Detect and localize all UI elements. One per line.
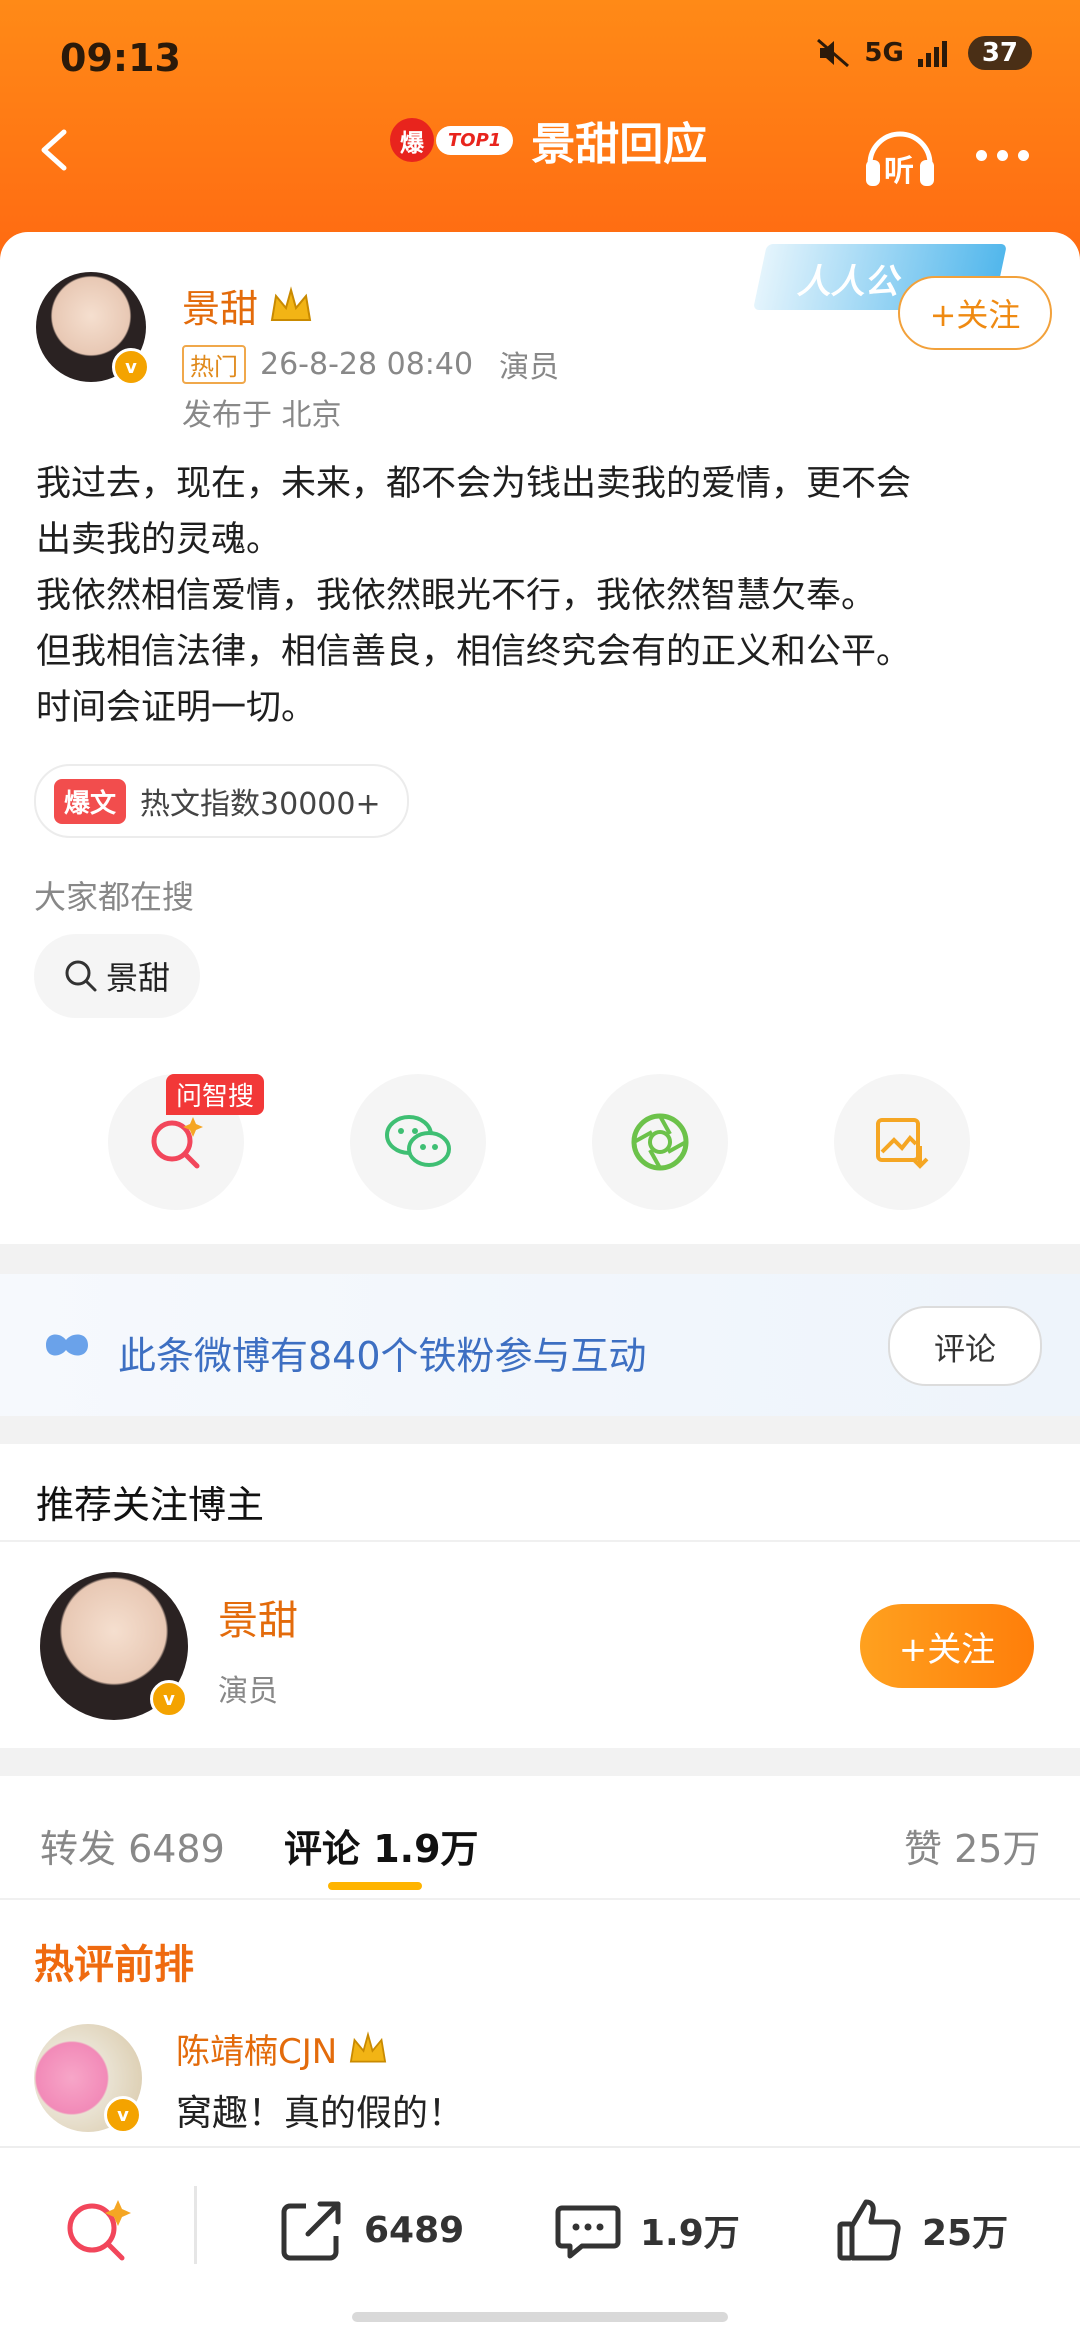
top1-badge: TOP1 (436, 125, 514, 155)
wechat-icon (385, 1115, 451, 1167)
wenzhisou-badge: 问智搜 (166, 1074, 265, 1115)
thumbs-up-icon (837, 2199, 901, 2261)
like-action[interactable]: 25万 (834, 2192, 1008, 2268)
listen-button[interactable]: 听 (862, 124, 938, 190)
verified-badge: v (150, 1680, 188, 1718)
wenzhisou-icon (151, 1117, 203, 1169)
active-tab-indicator (328, 1882, 422, 1890)
save-image-icon (876, 1118, 929, 1169)
recommend-role: 演员 (218, 1674, 278, 1709)
commenter-row: 陈靖楠CJN (176, 2024, 389, 2073)
hot-burst-icon: 爆 (390, 118, 434, 162)
follow-button[interactable]: +关注 (898, 276, 1052, 350)
save-image-button[interactable] (834, 1074, 970, 1210)
nav-title-group: 爆 TOP1 景甜回应 (390, 108, 707, 172)
moments-icon (631, 1113, 689, 1171)
hot-comments-heading: 热评前排 (34, 1942, 194, 1988)
wechat-share-button[interactable] (350, 1074, 486, 1210)
battery-level: 37 (967, 36, 1032, 70)
listen-label: 听 (884, 154, 914, 189)
back-arrow-icon[interactable] (34, 128, 78, 172)
search-chip[interactable]: 景甜 (34, 934, 200, 1018)
post-location: 发布于 北京 (182, 398, 342, 433)
repost-action[interactable]: 6489 (276, 2192, 464, 2268)
hot-index-pill[interactable]: 爆文 热文指数30000+ (34, 764, 409, 838)
verified-badge: v (104, 2096, 142, 2134)
post-line: 但我相信法律，相信善良，相信终究会有的正义和公平。 (36, 632, 912, 672)
baowen-badge: 爆文 (54, 778, 127, 824)
comment-action[interactable]: 1.9万 (552, 2192, 740, 2268)
hot-index-text: 热文指数30000+ (140, 787, 381, 822)
search-icon (65, 960, 97, 992)
share-icon (281, 2201, 341, 2261)
recommend-title: 推荐关注博主 (36, 1483, 265, 1527)
page-title: 景甜回应 (531, 119, 708, 170)
recommend-name[interactable]: 景甜 (218, 1588, 298, 1646)
section-divider (0, 1416, 1080, 1444)
search-chip-label: 景甜 (105, 959, 170, 997)
commenter-name[interactable]: 陈靖楠CJN (176, 2024, 337, 2073)
divider (0, 1898, 1080, 1900)
crown-icon (270, 285, 312, 321)
tab-comments[interactable]: 评论 1.9万 (284, 1818, 479, 1873)
author-role: 演员 (499, 350, 560, 385)
repost-count: 6489 (364, 2209, 465, 2251)
signal-icon (917, 41, 947, 67)
recommend-follow-button[interactable]: +关注 (860, 1604, 1034, 1688)
moments-share-button[interactable] (592, 1074, 728, 1210)
more-menu-icon[interactable] (976, 150, 1029, 161)
trending-search-label: 大家都在搜 (34, 878, 195, 916)
section-divider (0, 1244, 1080, 1274)
post-meta-row: 热门 26-8-28 08:40 演员 (182, 342, 559, 386)
tab-likes[interactable]: 赞 25万 (904, 1818, 1040, 1873)
post-line: 出卖我的灵魂。 (36, 520, 282, 560)
status-time: 09:13 (60, 36, 181, 80)
bar-divider (194, 2186, 197, 2264)
divider (0, 1540, 1080, 1542)
post-body: 我过去，现在，未来，都不会为钱出卖我的爱情，更不会 出卖我的灵魂。 我依然相信爱… (36, 456, 1046, 736)
post-datetime: 26-8-28 08:40 (260, 346, 474, 382)
comment-count: 1.9万 (640, 2213, 740, 2254)
post-line: 时间会证明一切。 (36, 688, 317, 728)
network-label: 5G (864, 38, 904, 68)
post-line: 我依然相信爱情，我依然眼光不行，我依然智慧欠奉。 (36, 576, 877, 616)
mute-icon (817, 38, 850, 68)
comment-text: 窝趣！真的假的！ (176, 2093, 465, 2134)
tab-repost[interactable]: 转发 6489 (40, 1818, 225, 1873)
fan-interaction-text: 此条微博有840个铁粉参与互动 (118, 1334, 647, 1378)
hot-tag: 热门 (182, 344, 246, 384)
home-indicator[interactable] (352, 2312, 728, 2322)
post-line: 我过去，现在，未来，都不会为钱出卖我的爱情，更不会 (36, 464, 912, 504)
section-divider (0, 1748, 1080, 1776)
fan-comment-button[interactable]: 评论 (888, 1306, 1042, 1386)
crown-icon (350, 2030, 387, 2062)
fan-icon (46, 1334, 88, 1356)
like-count: 25万 (922, 2213, 1009, 2254)
verified-badge: v (112, 348, 150, 386)
author-row: 景甜 (182, 278, 314, 333)
comment-icon (555, 2205, 621, 2259)
author-name[interactable]: 景甜 (182, 278, 258, 333)
wenzhisou-icon[interactable] (60, 2192, 136, 2268)
status-icons: 5G 37 (816, 36, 1032, 70)
